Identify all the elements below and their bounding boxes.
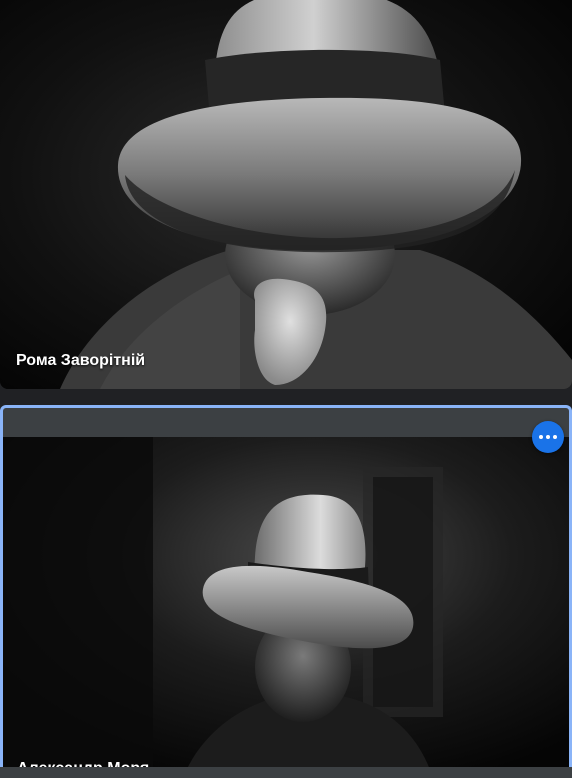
more-dot (546, 435, 550, 439)
meeting-grid: Рома Заворітній (0, 0, 572, 778)
more-dot (553, 435, 557, 439)
more-options-button[interactable] (532, 421, 564, 453)
participant-video-1 (0, 0, 572, 389)
participant-video-container-2 (3, 437, 569, 778)
bottom-bar (0, 767, 572, 778)
participant-tile-1[interactable]: Рома Заворітній (0, 0, 572, 389)
more-horizontal-icon (539, 435, 543, 439)
participant-name-1: Рома Заворітній (16, 352, 146, 369)
participant-video-2 (3, 437, 569, 778)
participant-tile-2[interactable]: Александр Моря (0, 405, 572, 778)
